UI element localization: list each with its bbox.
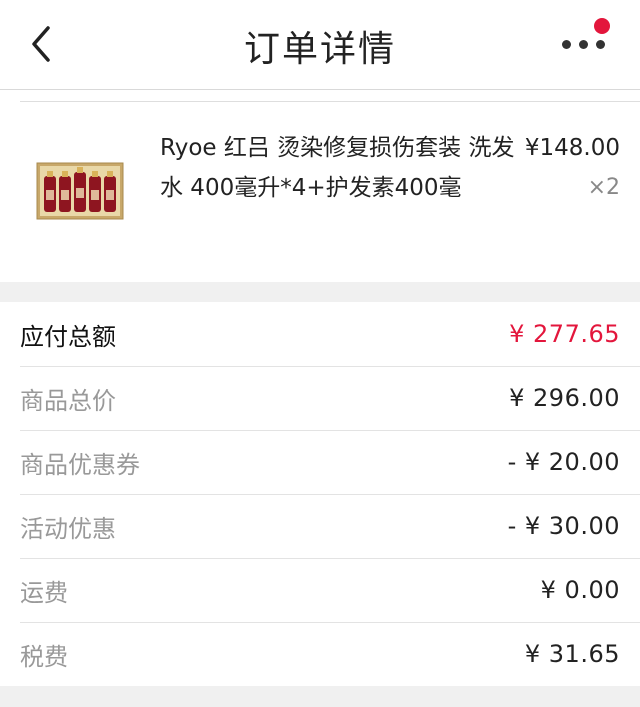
summary-value: ¥ 31.65 xyxy=(524,640,620,668)
summary-row-tax: 税费 ¥ 31.65 xyxy=(0,622,640,686)
notification-dot xyxy=(594,18,610,34)
section-divider xyxy=(0,686,640,707)
summary-row-subtotal: 商品总价 ¥ 296.00 xyxy=(0,366,640,430)
product-thumbnail xyxy=(36,162,124,220)
summary-label: 税费 xyxy=(20,642,68,671)
product-quantity: ×2 xyxy=(587,175,620,200)
summary-value: - ¥ 20.00 xyxy=(507,448,620,476)
summary-value: ¥ 296.00 xyxy=(509,384,620,412)
summary-value: - ¥ 30.00 xyxy=(507,512,620,540)
more-dots-icon xyxy=(562,40,605,49)
summary-label: 运费 xyxy=(20,578,68,607)
summary-row-total: 应付总额 ¥ 277.65 xyxy=(0,302,640,366)
summary-row-coupon: 商品优惠券 - ¥ 20.00 xyxy=(0,430,640,494)
more-button[interactable] xyxy=(562,18,610,60)
section-divider xyxy=(0,282,640,302)
summary-value: ¥ 0.00 xyxy=(540,576,620,604)
summary-label: 应付总额 xyxy=(20,322,116,351)
summary-label: 商品总价 xyxy=(20,386,116,415)
summary-row-shipping: 运费 ¥ 0.00 xyxy=(0,558,640,622)
summary-label: 活动优惠 xyxy=(20,514,116,543)
summary-row-promotion: 活动优惠 - ¥ 30.00 xyxy=(0,494,640,558)
product-price: ¥148.00 xyxy=(524,135,620,161)
price-summary: 应付总额 ¥ 277.65 商品总价 ¥ 296.00 商品优惠券 - ¥ 20… xyxy=(0,302,640,686)
summary-label: 商品优惠券 xyxy=(20,450,140,479)
page-title: 订单详情 xyxy=(243,29,396,70)
navigation-bar: 订单详情 xyxy=(0,0,640,90)
summary-value: ¥ 277.65 xyxy=(509,320,620,348)
product-name[interactable]: Ryoe 红吕 烫染修复损伤套装 洗发水 400毫升*4+护发素400毫 xyxy=(160,128,520,208)
product-item[interactable]: Ryoe 红吕 烫染修复损伤套装 洗发水 400毫升*4+护发素400毫 ¥14… xyxy=(0,102,640,282)
